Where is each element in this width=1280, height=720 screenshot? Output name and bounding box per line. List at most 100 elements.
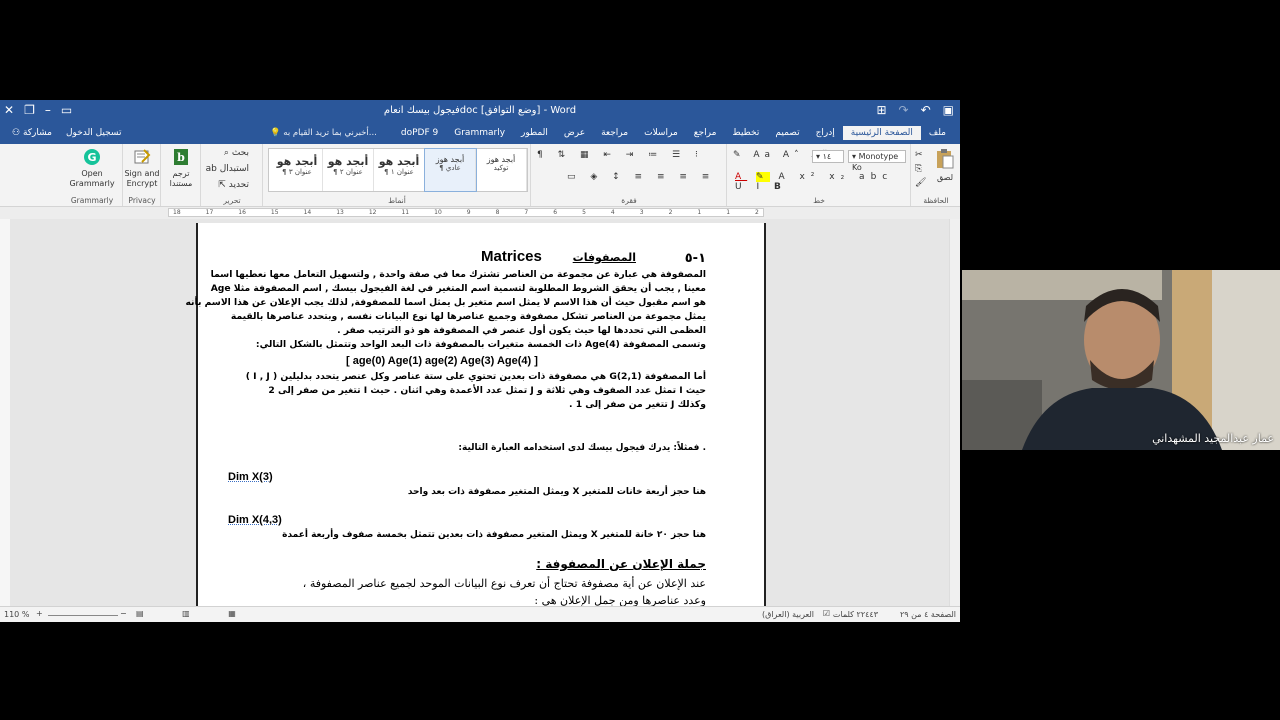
code-desc-1: هنا حجز أربعة خانات للمتغير X ويمثل المت… — [407, 487, 706, 497]
code-dim-1: Dim X(3) — [228, 471, 273, 483]
array-example: [ age(0) Age(1) age(2) Age(3) Age(4) ] — [346, 355, 538, 367]
group-clipboard: ✂ ⎘ 🖌 لصق الحافظة — [910, 144, 960, 206]
style-emphasis[interactable]: أبجد هوز توكيد — [476, 149, 527, 191]
quick-access-toolbar: ⊞ ↷ ↶ ▣ — [876, 103, 954, 117]
group-paragraph: ¶ ⇅ ▦ ⇤ ⇥ ≔ ☰ ⁝ ▭ ◈ ↕ ≡ ≡ ≡ ≡ فقرة — [530, 144, 727, 206]
document-page[interactable]: ١-٥ المصفوفات Matrices المصفوفة هي عبارة… — [185, 223, 766, 606]
paragraph-row-2[interactable]: ▭ ◈ ↕ ≡ ≡ ≡ ≡ — [567, 172, 715, 182]
search-icon: ⌕ — [223, 148, 229, 158]
paragraph-line: يمثل مجموعة من العناصر تشكل مصفوفة وجميع… — [230, 311, 706, 322]
paragraph-line: وتسمى المصفوفة Age(4) ذات الخمسة متغيرات… — [255, 339, 706, 350]
translate-icon: b — [174, 149, 188, 165]
ruler-tick-label: 2 — [668, 209, 673, 216]
ruler-tick-label: 6 — [553, 209, 558, 216]
style-heading-2[interactable]: أبجد هو ¶ عنوان ٢ — [323, 149, 374, 191]
word-window: ✕ ❐ – ▭ فيجول بيسك انعامdoc [وضع التوافق… — [0, 100, 960, 622]
style-normal[interactable]: أبجد هوز ¶ عادي — [424, 148, 477, 192]
paste-button[interactable]: لصق — [931, 148, 959, 183]
paragraph-line: معينا , يجب أن يحقق الشروط المطلوبة لتسم… — [210, 283, 706, 294]
font-row-2[interactable]: A ✎ A x² x₂ abc U I B — [735, 172, 911, 192]
share-button[interactable]: ⚇ مشاركة — [12, 128, 52, 138]
style-name: ¶ عنوان ٢ — [333, 168, 363, 176]
open-grammarly-button[interactable]: G Open Grammarly — [66, 148, 118, 189]
tab-view[interactable]: عرض — [556, 126, 593, 140]
tab-insert[interactable]: إدراج — [808, 126, 843, 140]
paste-label: لصق — [936, 173, 954, 182]
share-label: مشاركة — [22, 128, 52, 138]
declaration-heading: جملة الإعلان عن المصفوفة : — [536, 557, 706, 571]
vertical-scrollbar[interactable] — [949, 219, 960, 606]
zoom-in-icon[interactable]: − — [120, 609, 127, 618]
page-count[interactable]: الصفحة ٤ من ٢٩ — [900, 610, 956, 619]
view-buttons[interactable]: ▤ ▥ ▦ — [136, 609, 254, 618]
language[interactable]: العربية (العراق) — [762, 610, 814, 619]
translate-document-button[interactable]: b ترجم مستندا — [163, 148, 199, 189]
zoom-out-icon[interactable]: + — [36, 609, 43, 618]
tab-developer[interactable]: المطور — [513, 126, 556, 140]
signin-link[interactable]: تسجيل الدخول — [66, 128, 121, 138]
ruler-tick-label: 9 — [466, 209, 471, 216]
paragraph-line: وكذلك J تتغير من صفر إلى 1 . — [568, 399, 706, 410]
ruler-tick-label: 3 — [639, 209, 644, 216]
font-name-select[interactable]: ▾ Monotype Ko — [848, 150, 906, 172]
ruler-tick-label: 15 — [270, 209, 279, 216]
group-label-styles: أنماط — [388, 196, 406, 205]
code-desc-2: هنا حجز ٢٠ خانة للمتغير X ويمثل المتغير … — [282, 530, 706, 540]
tell-me-box[interactable]: 💡 أخبرني بما تريد القيام به... — [270, 128, 377, 138]
ruler-tick-label: 13 — [336, 209, 344, 216]
ruler-tick-label: 1 — [726, 209, 731, 216]
zoom-slider[interactable] — [48, 615, 118, 616]
clipboard-small-buttons[interactable]: ✂ ⎘ 🖌 — [915, 148, 926, 190]
declaration-line: وعدد عناصرها ومن جمل الإعلان هي : — [534, 594, 706, 606]
ruler-tick-label: 17 — [205, 209, 214, 216]
tab-home[interactable]: الصفحة الرئيسية — [842, 126, 921, 140]
tab-references[interactable]: مراجع — [686, 126, 725, 140]
touch-mode-icon[interactable]: ⊞ — [876, 103, 886, 117]
clipboard-icon — [937, 149, 954, 169]
tab-mailings[interactable]: مراسلات — [636, 126, 686, 140]
example-intro: . فمثلاً: يدرك فيجول بيسك لدى استخدامه ا… — [458, 443, 706, 453]
group-label-paragraph: فقرة — [621, 196, 637, 205]
ruler-tick-label: 18 — [173, 209, 181, 216]
sign-encrypt-button[interactable]: Sign and Encrypt — [123, 148, 161, 189]
grammarly-icon: G — [84, 149, 100, 165]
horizontal-ruler[interactable]: 18 17 16 15 14 13 12 11 10 9 8 7 6 5 4 3 2 1 1 2 — [0, 207, 960, 219]
undo-icon[interactable]: ↶ — [921, 103, 931, 117]
tab-layout[interactable]: تخطيط — [724, 126, 767, 140]
group-label-grammarly: Grammarly — [70, 196, 114, 205]
save-icon[interactable]: ▣ — [943, 103, 954, 117]
code-dim-2: Dim X(4,3) — [228, 514, 282, 526]
style-heading-1[interactable]: أبجد هو ¶ عنوان ١ — [374, 149, 425, 191]
proofing-icon[interactable]: ☑ — [823, 609, 830, 618]
tell-me-text: أخبرني بما تريد القيام به... — [283, 128, 377, 138]
find-button[interactable]: بحث ⌕ — [224, 148, 249, 158]
tab-file[interactable]: ملف — [921, 126, 954, 140]
svg-text:G: G — [87, 151, 96, 164]
zoom-level[interactable]: 110 % — [4, 610, 29, 619]
replace-button[interactable]: استبدال ab — [206, 164, 249, 174]
replace-icon: ab — [205, 164, 217, 174]
group-label-privacy: Privacy — [128, 196, 156, 205]
tab-dopdf[interactable]: doPDF 9 — [393, 126, 446, 140]
tab-design[interactable]: تصميم — [767, 126, 807, 140]
translate-label: ترجم مستندا — [169, 169, 193, 188]
ruler-tick-label: 5 — [582, 209, 586, 216]
tab-grammarly[interactable]: Grammarly — [446, 126, 513, 140]
word-count[interactable]: ٢٢٤٤٣ كلمات — [833, 610, 878, 619]
replace-label: استبدال — [219, 164, 249, 174]
style-heading-3[interactable]: أبجد هو ¶ عنوان ٣ — [272, 149, 323, 191]
style-preview: أبجد هو — [276, 155, 318, 168]
document-area: ١-٥ المصفوفات Matrices المصفوفة هي عبارة… — [10, 219, 950, 606]
ruler-tick-label: 1 — [697, 209, 702, 216]
tab-review[interactable]: مراجعة — [593, 126, 636, 140]
left-margin-bar — [0, 219, 10, 606]
font-color-icon: A — [735, 172, 748, 182]
paragraph-line: أما المصفوفة G(2,1) هي مصفوفة ذات بعدين … — [245, 371, 706, 382]
paragraph-row-1[interactable]: ¶ ⇅ ▦ ⇤ ⇥ ≔ ☰ ⁝ — [537, 150, 704, 160]
title-bar: ✕ ❐ – ▭ فيجول بيسك انعامdoc [وضع التوافق… — [0, 100, 960, 124]
font-size-select[interactable]: ▾ ١٤ — [812, 150, 844, 163]
ruler-tick-label: 16 — [238, 209, 246, 216]
group-translate: b ترجم مستندا — [160, 144, 201, 206]
select-button[interactable]: تحديد ⇱ — [218, 180, 249, 190]
redo-icon[interactable]: ↷ — [899, 103, 909, 117]
